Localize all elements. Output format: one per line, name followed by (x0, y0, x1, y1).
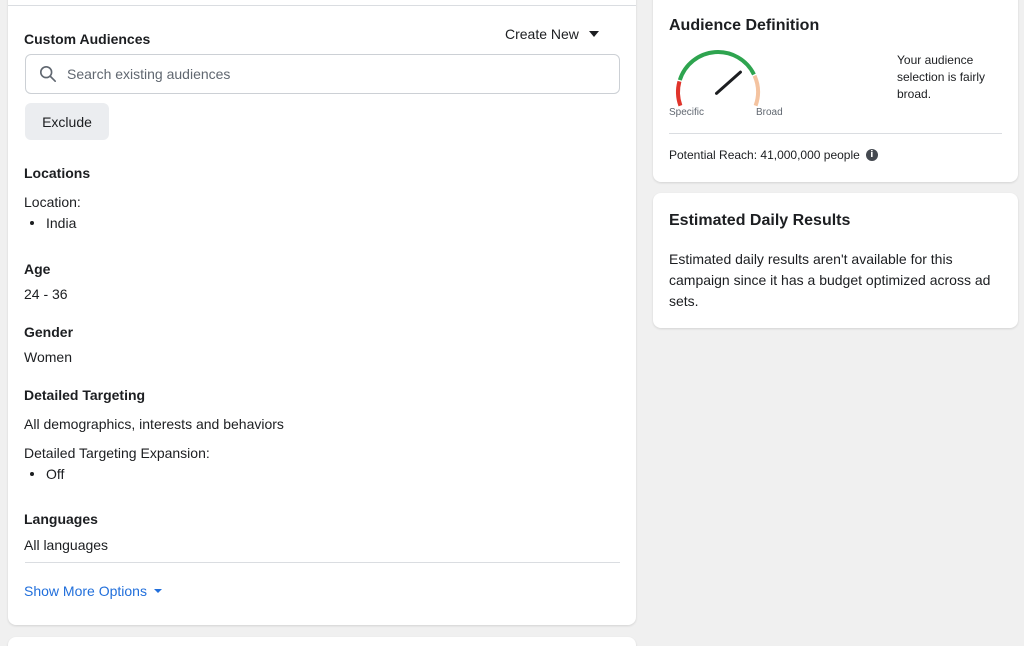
audience-selection-text: Your audience selection is fairly broad. (897, 53, 986, 101)
show-more-label: Show More Options (24, 583, 147, 599)
create-new-dropdown[interactable]: Create New (505, 26, 599, 42)
audience-definition-card: Audience Definition Specific Broad Your … (653, 0, 1018, 182)
specific-label: Specific (669, 107, 705, 118)
search-input[interactable] (67, 66, 607, 82)
estimated-daily-results-text: Estimated daily results aren't available… (669, 251, 991, 309)
languages-value: All languages (24, 537, 109, 553)
top-divider (8, 5, 636, 6)
detailed-targeting-value: All demographics, interests and behavior… (24, 416, 284, 432)
gauge-arc-mid (677, 50, 756, 81)
definition-divider (669, 133, 1002, 134)
languages-title: Languages (24, 511, 98, 527)
caret-down-icon (153, 589, 162, 593)
search-audiences-box[interactable] (25, 54, 620, 94)
gauge-needle (715, 70, 742, 95)
location-item-label: India (46, 215, 77, 231)
gender-value: Women (24, 349, 72, 365)
show-more-options-link[interactable]: Show More Options (24, 583, 162, 599)
potential-reach-text: Potential Reach: 41,000,000 people (669, 148, 860, 162)
bullet-icon (30, 472, 34, 476)
gender-title: Gender (24, 324, 74, 340)
location-subtitle: Location: (24, 194, 81, 210)
estimated-daily-results-title: Estimated Daily Results (669, 212, 851, 229)
custom-audiences-title: Custom Audiences (24, 31, 151, 47)
locations-title: Locations (24, 165, 91, 181)
next-card (8, 637, 636, 646)
location-item: India (24, 215, 76, 231)
detailed-targeting-title: Detailed Targeting (24, 387, 146, 403)
create-new-label: Create New (505, 26, 579, 42)
search-icon (39, 65, 57, 83)
potential-reach-row: Potential Reach: 41,000,000 people i (669, 148, 878, 162)
broad-label: Broad (756, 107, 783, 118)
bullet-icon (30, 221, 34, 225)
audience-gauge (676, 50, 760, 107)
targeting-expansion-value: Off (46, 466, 65, 482)
gauge-arc-low (676, 80, 683, 107)
info-icon[interactable]: i (865, 149, 878, 161)
age-title: Age (24, 261, 51, 277)
section-divider (25, 562, 620, 563)
exclude-button[interactable]: Exclude (25, 103, 109, 140)
targeting-expansion-item: Off (24, 466, 64, 482)
estimated-daily-results-card: Estimated Daily Results Estimated daily … (653, 193, 1018, 328)
targeting-expansion-label: Detailed Targeting Expansion: (24, 445, 210, 461)
audience-definition-title: Audience Definition (669, 17, 820, 34)
audience-card: Custom Audiences Create New Exclude Loca… (8, 0, 636, 625)
gauge-arc-high (752, 74, 760, 107)
age-value: 24 - 36 (24, 286, 68, 302)
caret-down-icon (588, 31, 599, 37)
